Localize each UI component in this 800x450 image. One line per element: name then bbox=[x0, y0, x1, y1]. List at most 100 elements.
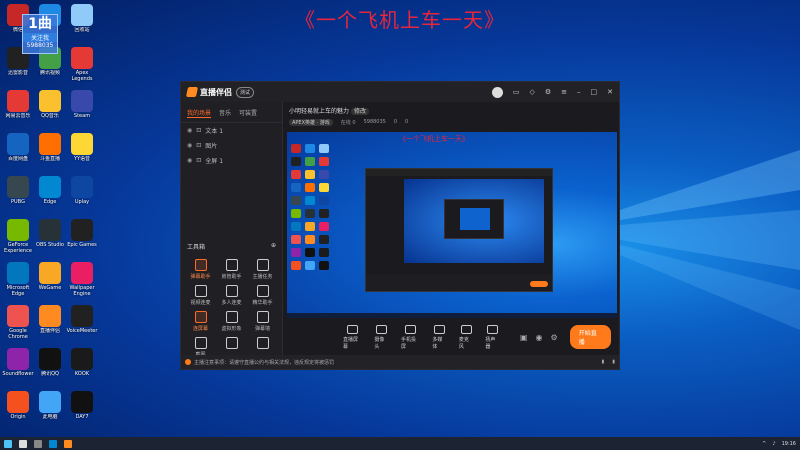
desktop-icon[interactable]: GeForce Experience bbox=[2, 217, 34, 260]
clock[interactable]: 19:16 bbox=[782, 441, 796, 447]
tab-music[interactable]: 音乐 bbox=[219, 108, 231, 118]
tool-icon bbox=[225, 285, 238, 297]
stream-title-overlay: 《一个飞机上车一天》 bbox=[295, 8, 505, 32]
desktop-icon[interactable]: Uplay bbox=[66, 174, 98, 217]
source-button[interactable]: 麦克风 bbox=[459, 324, 474, 350]
desktop-icon[interactable]: Origin bbox=[2, 389, 34, 432]
desktop-icon[interactable]: QQ音乐 bbox=[34, 88, 66, 131]
source-button[interactable]: 手机投屏 bbox=[401, 324, 420, 350]
warning-icon bbox=[185, 359, 191, 365]
desktop-icon[interactable]: 网易云音乐 bbox=[2, 88, 34, 131]
version-tag[interactable]: 测试 bbox=[236, 86, 255, 98]
desktop-icon[interactable]: 此电脑 bbox=[34, 389, 66, 432]
edge-taskbar-icon[interactable] bbox=[49, 439, 57, 448]
preview-icon bbox=[305, 209, 315, 218]
go-live-button[interactable]: 开始直播 bbox=[569, 325, 611, 349]
scene-item[interactable]: ◉ ⊡ 全屏 1 bbox=[181, 153, 282, 168]
settings-icon[interactable]: ⚙ bbox=[545, 88, 551, 96]
desktop-icon[interactable]: 斗鱼直播 bbox=[34, 131, 66, 174]
source-button[interactable]: 摄像头 bbox=[374, 324, 389, 350]
task-view-icon[interactable] bbox=[34, 439, 42, 448]
desktop-icon[interactable]: WeGame bbox=[34, 260, 66, 303]
desktop-icon[interactable]: Soundflower bbox=[2, 346, 34, 389]
desktop-icon[interactable]: VoiceMeeter bbox=[66, 303, 98, 346]
desktop-icon[interactable]: Wallpaper Engine bbox=[66, 260, 98, 303]
room-id: 5988035 bbox=[363, 119, 386, 125]
source-button[interactable]: 直播屏幕 bbox=[343, 324, 362, 350]
eye-icon[interactable]: ◉ bbox=[187, 127, 192, 134]
desktop-icon[interactable]: 百度网盘 bbox=[2, 131, 34, 174]
desktop-icon[interactable]: Apex Legends bbox=[66, 45, 98, 88]
desktop-icon[interactable]: 腾讯QQ bbox=[34, 346, 66, 389]
tool-button[interactable]: 虚拟形象 bbox=[216, 311, 247, 337]
message-icon[interactable]: ▭ bbox=[513, 88, 520, 96]
tool-button[interactable]: 多人连麦 bbox=[216, 285, 247, 311]
desktop-icon[interactable]: 直播伴侣 bbox=[34, 303, 66, 346]
eye-icon[interactable]: ◉ bbox=[536, 333, 543, 342]
desktop-icon[interactable]: Microsoft Edge bbox=[2, 260, 34, 303]
preview-icon bbox=[291, 248, 301, 257]
preview-icon bbox=[291, 144, 301, 153]
tool-button[interactable]: 弹幕助手 bbox=[185, 259, 216, 285]
lock-icon[interactable]: ⊡ bbox=[196, 157, 201, 164]
source-button[interactable]: 扬声器 bbox=[485, 324, 500, 350]
more-icon[interactable]: ⊕ bbox=[271, 242, 276, 251]
desktop-icon[interactable]: 回收站 bbox=[66, 2, 98, 45]
desktop-icon[interactable]: OBS Studio bbox=[34, 217, 66, 260]
close-icon[interactable]: ✕ bbox=[607, 88, 613, 96]
tool-button[interactable]: 连屏幕 bbox=[185, 311, 216, 337]
tool-button[interactable]: 房管助手 bbox=[216, 259, 247, 285]
eye-icon[interactable]: ◉ bbox=[187, 157, 192, 164]
tool-button[interactable]: 主播任务 bbox=[247, 259, 278, 285]
desktop-icon[interactable]: DAY7 bbox=[66, 389, 98, 432]
room-title[interactable]: 小明轻易就上车的魅力 bbox=[289, 108, 349, 115]
maximize-icon[interactable]: □ bbox=[591, 88, 598, 96]
search-icon[interactable] bbox=[19, 439, 27, 448]
preview-icon bbox=[319, 196, 329, 205]
scene-item[interactable]: ◉ ⊡ 图片 bbox=[181, 138, 282, 153]
lock-icon[interactable]: ⊡ bbox=[196, 127, 201, 134]
preview-icon bbox=[319, 170, 329, 179]
app-icon bbox=[39, 391, 61, 413]
desktop-icon[interactable]: Google Chrome bbox=[2, 303, 34, 346]
tab-devices[interactable]: 可装置 bbox=[239, 108, 257, 118]
desktop-icon[interactable]: PUBG bbox=[2, 174, 34, 217]
eye-icon[interactable]: ◉ bbox=[187, 142, 192, 149]
desktop-icon[interactable]: YY语音 bbox=[66, 131, 98, 174]
stream-preview[interactable]: 《一个飞机上车一天》 bbox=[287, 132, 617, 318]
tab-scenes[interactable]: 我的场景 bbox=[187, 108, 212, 118]
preview-icon bbox=[291, 170, 301, 179]
tool-button[interactable]: 精华助手 bbox=[247, 285, 278, 311]
preview-icon bbox=[305, 183, 315, 192]
lock-icon[interactable]: ⊡ bbox=[196, 142, 201, 149]
avatar[interactable] bbox=[491, 86, 503, 98]
record-icon[interactable]: ▣ bbox=[520, 333, 528, 342]
live-companion-taskbar-icon[interactable] bbox=[64, 439, 72, 448]
tool-icon bbox=[225, 311, 238, 323]
desktop-icon[interactable]: Epic Games bbox=[66, 217, 98, 260]
shield-icon[interactable]: ◇ bbox=[529, 88, 534, 96]
preview-icon bbox=[319, 261, 329, 270]
toolbox-title: 工具箱 bbox=[187, 244, 206, 251]
gear-icon[interactable]: ⚙ bbox=[551, 333, 558, 342]
scene-item[interactable]: ◉ ⊡ 文本 1 bbox=[181, 123, 282, 138]
edit-chip[interactable]: 修改 bbox=[350, 108, 369, 115]
minimize-icon[interactable]: – bbox=[577, 88, 581, 96]
desktop-icon-grid: 微信 回收站 迅雷影音 腾讯视频 Apex Legends 网易云音乐 QQ音乐 Steam 百… bbox=[2, 2, 102, 432]
app-icon bbox=[7, 348, 29, 370]
app-icon bbox=[71, 47, 93, 69]
volume-icon[interactable]: ♪ bbox=[772, 441, 775, 447]
desktop-icon[interactable]: Edge bbox=[34, 174, 66, 217]
desktop-icon-label: WeGame bbox=[38, 285, 62, 291]
desktop-icon[interactable]: Steam bbox=[66, 88, 98, 131]
desktop-icon[interactable]: KOOK bbox=[66, 346, 98, 389]
source-button[interactable]: 多媒体 bbox=[432, 324, 447, 350]
tool-button[interactable]: 弹幕墙 bbox=[247, 311, 278, 337]
tool-button[interactable]: 视频连麦 bbox=[185, 285, 216, 311]
menu-icon[interactable]: ≡ bbox=[561, 88, 567, 96]
tray-chevron-icon[interactable]: ^ bbox=[762, 441, 766, 447]
category-chip[interactable]: APEX英雄 · 游戏 bbox=[289, 119, 333, 126]
start-icon[interactable] bbox=[4, 439, 12, 448]
source-icon bbox=[347, 324, 359, 334]
live-companion-window: 直播伴侣 测试 ▭ ◇ ⚙ ≡ – □ ✕ 我的场景 音乐 可装置 ◉ ⊡ 文本 1… bbox=[180, 81, 620, 370]
